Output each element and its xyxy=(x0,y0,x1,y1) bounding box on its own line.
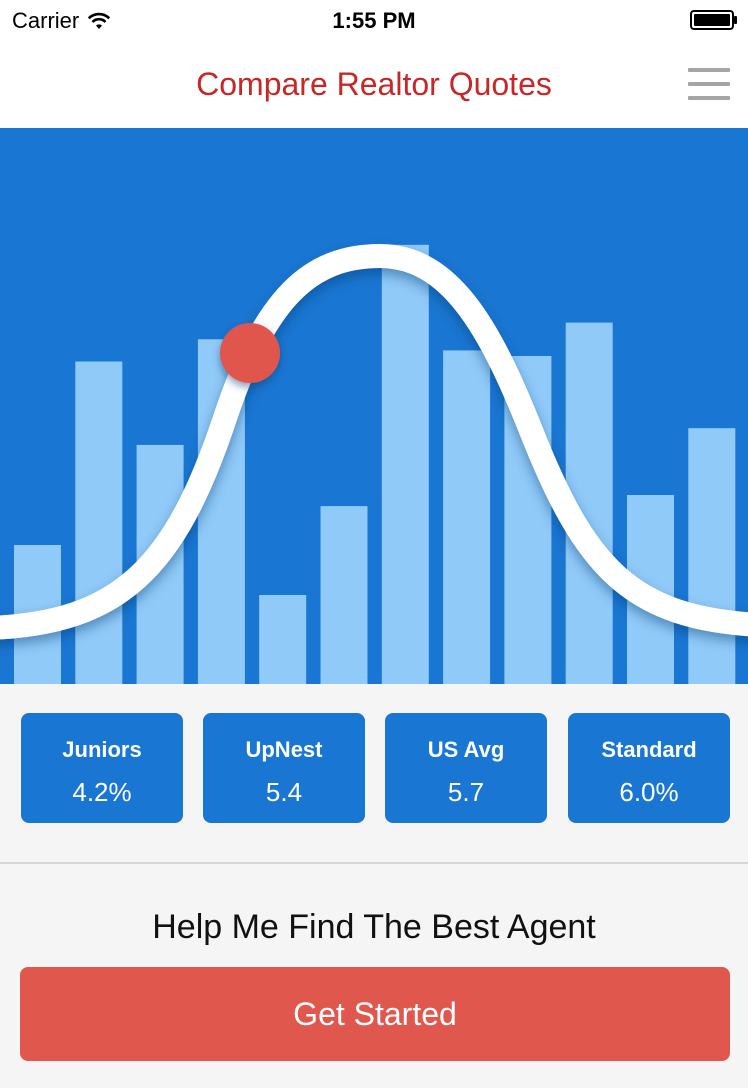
stats-row: Juniors 4.2% UpNest 5.4 US Avg 5.7 Stand… xyxy=(0,684,748,862)
page-title: Compare Realtor Quotes xyxy=(196,66,552,102)
hero-bar xyxy=(259,595,307,684)
stat-card-us-avg[interactable]: US Avg 5.7 xyxy=(385,713,547,823)
hero-bar xyxy=(320,506,368,684)
stat-card-standard[interactable]: Standard 6.0% xyxy=(568,713,730,823)
stat-label: Juniors xyxy=(62,737,142,762)
stat-value: 4.2% xyxy=(72,777,132,807)
status-bar: Carrier 1:55 PM xyxy=(0,0,748,42)
status-time: 1:55 PM xyxy=(332,8,416,33)
menu-line xyxy=(688,96,730,100)
menu-line xyxy=(688,68,730,72)
get-started-button[interactable]: Get Started xyxy=(20,967,730,1061)
stat-label: UpNest xyxy=(245,737,323,762)
stat-card-upnest[interactable]: UpNest 5.4 xyxy=(203,713,365,823)
hero-illustration xyxy=(0,243,748,684)
hero-bar xyxy=(688,428,736,684)
stat-value: 5.4 xyxy=(265,777,303,807)
stat-value: 5.7 xyxy=(447,777,485,807)
hamburger-menu-icon[interactable] xyxy=(688,68,730,100)
hero-graphic xyxy=(0,128,748,684)
hero-bar xyxy=(75,361,123,684)
bars-group xyxy=(14,244,736,684)
stat-label: US Avg xyxy=(427,737,505,762)
hero-bar xyxy=(443,350,491,684)
marker-dot[interactable] xyxy=(220,323,280,383)
stat-label: Standard xyxy=(601,737,697,762)
stat-card-juniors[interactable]: Juniors 4.2% xyxy=(21,713,183,823)
hero-bar xyxy=(381,244,429,684)
battery-icon xyxy=(690,10,737,30)
cta-heading: Help Me Find The Best Agent xyxy=(152,908,596,946)
stat-value: 6.0% xyxy=(619,777,679,807)
nav-bar: Compare Realtor Quotes xyxy=(0,42,748,128)
cta-section: Help Me Find The Best Agent Get Started xyxy=(0,864,748,1088)
menu-line xyxy=(688,82,730,86)
